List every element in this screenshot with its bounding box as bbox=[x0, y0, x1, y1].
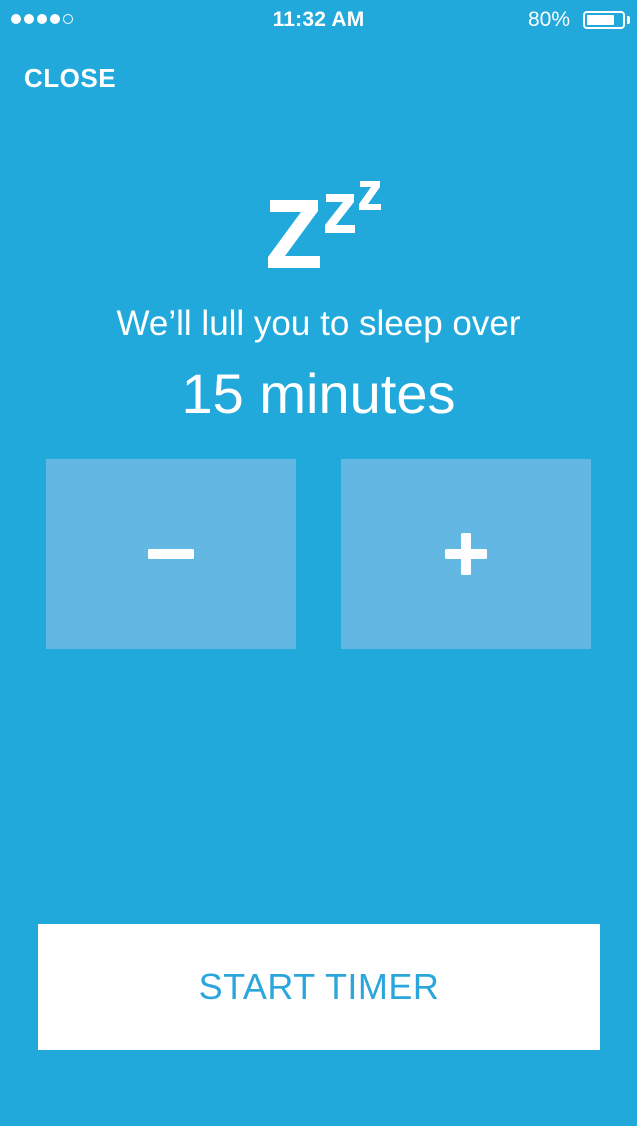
battery-tip bbox=[627, 16, 630, 24]
zzz-icon bbox=[268, 181, 381, 268]
status-bar: 11:32 AM 80% bbox=[0, 0, 637, 40]
close-button[interactable]: CLOSE bbox=[24, 63, 116, 94]
sleep-duration: 15 minutes bbox=[181, 362, 456, 425]
plus-icon bbox=[445, 533, 487, 575]
battery-percentage: 80% bbox=[527, 8, 570, 31]
battery-fill bbox=[587, 15, 614, 25]
battery-icon bbox=[583, 11, 625, 29]
increase-duration-button[interactable] bbox=[341, 459, 591, 649]
decrease-duration-button[interactable] bbox=[46, 459, 296, 649]
minus-icon bbox=[148, 549, 194, 559]
start-timer-button[interactable]: START TIMER bbox=[38, 924, 600, 1050]
sleep-headline: We’ll lull you to sleep over bbox=[116, 304, 521, 343]
